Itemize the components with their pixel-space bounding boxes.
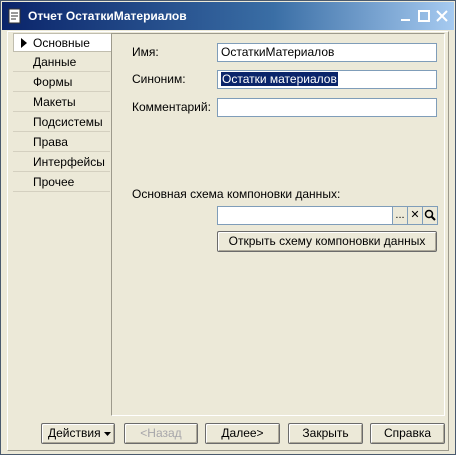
nav-item-label: Прочее: [33, 175, 75, 189]
report-icon: [8, 8, 21, 24]
back-button[interactable]: <Назад: [124, 423, 198, 444]
help-button[interactable]: Справка: [370, 423, 445, 444]
triangle-right-icon: [21, 38, 27, 48]
maximize-button[interactable]: [416, 8, 432, 24]
name-label: Имя:: [132, 45, 159, 59]
minimize-button[interactable]: [398, 8, 414, 24]
nav-item-label: Макеты: [33, 95, 76, 109]
magnifier-icon: [424, 209, 436, 221]
nav-item-main[interactable]: Основные: [13, 33, 112, 52]
nav-item-label: Формы: [33, 75, 73, 89]
synonym-field-value: Остатки материалов: [221, 72, 338, 86]
actions-button[interactable]: Действия: [41, 423, 115, 444]
nav-item-forms[interactable]: Формы: [13, 73, 110, 92]
nav-item-templates[interactable]: Макеты: [13, 93, 110, 112]
actions-label: Действия: [48, 426, 101, 440]
nav-item-label: Интерфейсы: [33, 155, 105, 169]
nav-item-label: Права: [33, 135, 68, 149]
comment-label: Комментарий:: [132, 100, 211, 114]
schema-label: Основная схема компоновки данных:: [132, 187, 341, 201]
nav-item-label: Подсистемы: [33, 115, 103, 129]
comment-field[interactable]: [217, 98, 437, 117]
open-schema-button[interactable]: Открыть схему компоновки данных: [217, 231, 437, 252]
clear-icon: ✕: [410, 209, 420, 221]
select-schema-button[interactable]: ...: [393, 206, 408, 225]
window-title: Отчет ОстаткиМатериалов: [28, 9, 187, 23]
schema-field[interactable]: [217, 206, 393, 225]
nav-item-label: Основные: [33, 36, 90, 50]
dropdown-arrow-icon: [104, 432, 111, 436]
report-editor-window: Отчет ОстаткиМатериалов Основные Данные …: [0, 0, 456, 455]
close-window-button[interactable]: [434, 8, 450, 24]
minimize-icon: [401, 19, 410, 21]
synonym-field[interactable]: Остатки материалов: [217, 70, 437, 89]
nav-item-subsystems[interactable]: Подсистемы: [13, 113, 110, 132]
sections-nav: Основные Данные Формы Макеты Подсистемы …: [13, 33, 112, 416]
name-field-value: ОстаткиМатериалов: [221, 45, 335, 59]
synonym-label: Синоним:: [132, 72, 186, 86]
name-field[interactable]: ОстаткиМатериалов: [217, 43, 437, 62]
open-schema-icon-button[interactable]: [423, 206, 438, 225]
nav-item-data[interactable]: Данные: [13, 53, 110, 72]
next-button[interactable]: Далее>: [205, 423, 280, 444]
nav-item-interfaces[interactable]: Интерфейсы: [13, 153, 110, 172]
close-icon: [436, 10, 448, 22]
maximize-icon: [418, 10, 430, 22]
clear-schema-button[interactable]: ✕: [408, 206, 423, 225]
nav-item-rights[interactable]: Права: [13, 133, 110, 152]
close-button[interactable]: Закрыть: [288, 423, 363, 444]
title-bar[interactable]: Отчет ОстаткиМатериалов: [2, 2, 454, 30]
nav-item-other[interactable]: Прочее: [13, 173, 110, 192]
ellipsis-icon: ...: [395, 209, 405, 221]
nav-item-label: Данные: [33, 55, 77, 69]
